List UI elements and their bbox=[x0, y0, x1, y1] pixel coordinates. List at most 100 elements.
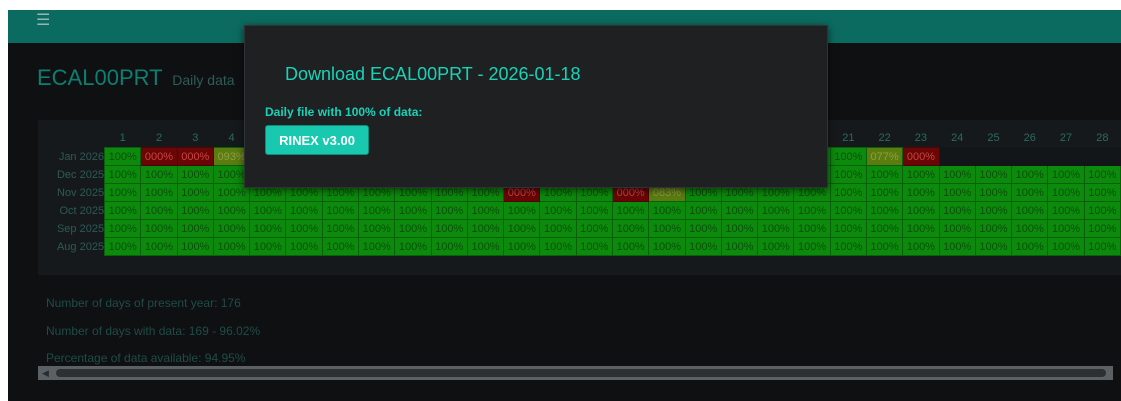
calendar-day-cell[interactable]: 100% bbox=[829, 147, 867, 166]
calendar-day-cell[interactable]: 100% bbox=[466, 237, 505, 256]
calendar-day-cell[interactable]: 000% bbox=[176, 147, 214, 166]
calendar-day-cell[interactable]: 100% bbox=[938, 183, 976, 202]
calendar-day-cell[interactable]: 100% bbox=[757, 237, 795, 256]
calendar-day-cell[interactable]: 100% bbox=[720, 201, 759, 220]
calendar-day-cell[interactable]: 100% bbox=[974, 219, 1013, 238]
calendar-day-cell[interactable]: 100% bbox=[1047, 219, 1085, 238]
calendar-day-cell[interactable]: 100% bbox=[612, 201, 650, 220]
calendar-day-cell[interactable]: 100% bbox=[249, 237, 287, 256]
calendar-day-cell[interactable]: 100% bbox=[466, 219, 505, 238]
calendar-day-cell[interactable]: 100% bbox=[176, 237, 214, 256]
calendar-day-cell[interactable]: 100% bbox=[829, 165, 867, 184]
calendar-day-cell[interactable]: 100% bbox=[575, 219, 614, 238]
calendar-day-cell[interactable]: 100% bbox=[793, 237, 831, 256]
calendar-day-cell[interactable]: 100% bbox=[285, 201, 323, 220]
calendar-day-cell[interactable]: 100% bbox=[938, 201, 976, 220]
calendar-day-cell[interactable]: 100% bbox=[1011, 165, 1049, 184]
calendar-day-cell[interactable]: 100% bbox=[394, 219, 432, 238]
calendar-day-cell[interactable]: 000% bbox=[902, 147, 940, 166]
calendar-day-cell[interactable]: 100% bbox=[902, 183, 940, 202]
calendar-day-cell[interactable]: 100% bbox=[430, 219, 468, 238]
calendar-day-cell[interactable]: 100% bbox=[358, 237, 396, 256]
calendar-day-cell[interactable]: 100% bbox=[902, 237, 940, 256]
calendar-day-cell[interactable]: 100% bbox=[321, 237, 360, 256]
calendar-day-cell[interactable]: 100% bbox=[394, 201, 432, 220]
calendar-day-cell[interactable]: 100% bbox=[539, 237, 577, 256]
calendar-day-cell[interactable]: 100% bbox=[974, 237, 1013, 256]
calendar-day-cell[interactable]: 100% bbox=[430, 237, 468, 256]
calendar-day-cell[interactable]: 100% bbox=[539, 219, 577, 238]
calendar-day-cell[interactable]: 100% bbox=[1083, 219, 1121, 238]
calendar-day-cell[interactable]: 100% bbox=[539, 201, 577, 220]
calendar-day-cell[interactable]: 100% bbox=[1011, 237, 1049, 256]
calendar-day-cell[interactable]: 100% bbox=[720, 237, 759, 256]
calendar-day-cell[interactable]: 100% bbox=[140, 237, 178, 256]
calendar-day-cell[interactable]: 100% bbox=[104, 165, 142, 184]
calendar-day-cell[interactable]: 100% bbox=[974, 165, 1013, 184]
calendar-day-cell[interactable]: 100% bbox=[176, 201, 214, 220]
calendar-day-cell[interactable]: 100% bbox=[140, 183, 178, 202]
calendar-day-cell[interactable]: 100% bbox=[1083, 201, 1121, 220]
calendar-day-cell[interactable]: 100% bbox=[612, 219, 650, 238]
calendar-day-cell[interactable]: 100% bbox=[321, 219, 360, 238]
calendar-day-cell[interactable]: 100% bbox=[575, 201, 614, 220]
calendar-day-cell[interactable]: 100% bbox=[575, 237, 614, 256]
calendar-day-cell[interactable]: 100% bbox=[612, 237, 650, 256]
calendar-day-cell[interactable]: 100% bbox=[865, 237, 904, 256]
calendar-day-cell[interactable]: 100% bbox=[140, 165, 178, 184]
calendar-day-cell[interactable]: 100% bbox=[757, 201, 795, 220]
calendar-day-cell[interactable]: 100% bbox=[1047, 237, 1085, 256]
calendar-day-cell[interactable]: 100% bbox=[938, 237, 976, 256]
calendar-day-cell[interactable]: 100% bbox=[466, 201, 505, 220]
calendar-day-cell[interactable]: 100% bbox=[829, 219, 867, 238]
calendar-day-cell[interactable]: 100% bbox=[902, 201, 940, 220]
calendar-day-cell[interactable]: 100% bbox=[865, 201, 904, 220]
calendar-day-cell[interactable]: 100% bbox=[285, 219, 323, 238]
calendar-day-cell[interactable]: 100% bbox=[358, 219, 396, 238]
calendar-day-cell[interactable]: 100% bbox=[1083, 165, 1121, 184]
calendar-day-cell[interactable]: 100% bbox=[902, 219, 940, 238]
calendar-day-cell[interactable]: 100% bbox=[176, 219, 214, 238]
calendar-day-cell[interactable]: 100% bbox=[176, 165, 214, 184]
calendar-day-cell[interactable]: 100% bbox=[140, 201, 178, 220]
calendar-day-cell[interactable]: 100% bbox=[358, 201, 396, 220]
calendar-day-cell[interactable]: 100% bbox=[829, 201, 867, 220]
calendar-day-cell[interactable]: 100% bbox=[684, 237, 722, 256]
hamburger-icon[interactable]: ☰ bbox=[36, 13, 50, 29]
calendar-day-cell[interactable]: 100% bbox=[938, 219, 976, 238]
calendar-day-cell[interactable]: 100% bbox=[104, 147, 142, 166]
calendar-day-cell[interactable]: 100% bbox=[140, 219, 178, 238]
calendar-day-cell[interactable]: 100% bbox=[212, 201, 251, 220]
calendar-day-cell[interactable]: 100% bbox=[865, 219, 904, 238]
calendar-day-cell[interactable]: 100% bbox=[503, 201, 541, 220]
calendar-day-cell[interactable]: 100% bbox=[1083, 183, 1121, 202]
calendar-day-cell[interactable]: 100% bbox=[938, 165, 976, 184]
calendar-day-cell[interactable]: 100% bbox=[285, 237, 323, 256]
calendar-day-cell[interactable]: 100% bbox=[720, 219, 759, 238]
calendar-day-cell[interactable]: 100% bbox=[1047, 183, 1085, 202]
calendar-day-cell[interactable]: 100% bbox=[1011, 219, 1049, 238]
calendar-day-cell[interactable]: 000% bbox=[140, 147, 178, 166]
calendar-day-cell[interactable]: 100% bbox=[829, 237, 867, 256]
calendar-day-cell[interactable]: 100% bbox=[104, 237, 142, 256]
calendar-day-cell[interactable]: 100% bbox=[212, 219, 251, 238]
calendar-day-cell[interactable]: 100% bbox=[974, 183, 1013, 202]
calendar-day-cell[interactable]: 100% bbox=[503, 219, 541, 238]
calendar-day-cell[interactable]: 100% bbox=[1011, 201, 1049, 220]
calendar-day-cell[interactable]: 100% bbox=[430, 201, 468, 220]
calendar-day-cell[interactable]: 100% bbox=[1011, 183, 1049, 202]
calendar-day-cell[interactable]: 100% bbox=[104, 201, 142, 220]
calendar-day-cell[interactable]: 100% bbox=[793, 201, 831, 220]
rinex-download-button[interactable]: RINEX v3.00 bbox=[265, 125, 369, 155]
calendar-day-cell[interactable]: 100% bbox=[684, 219, 722, 238]
calendar-day-cell[interactable]: 100% bbox=[249, 201, 287, 220]
calendar-day-cell[interactable]: 100% bbox=[865, 165, 904, 184]
scroll-thumb[interactable] bbox=[56, 369, 1106, 377]
calendar-day-cell[interactable]: 100% bbox=[212, 237, 251, 256]
calendar-day-cell[interactable]: 100% bbox=[974, 201, 1013, 220]
calendar-day-cell[interactable]: 100% bbox=[829, 183, 867, 202]
calendar-day-cell[interactable]: 100% bbox=[394, 237, 432, 256]
calendar-day-cell[interactable]: 100% bbox=[902, 165, 940, 184]
calendar-day-cell[interactable]: 077% bbox=[865, 147, 904, 166]
calendar-day-cell[interactable]: 100% bbox=[1083, 237, 1121, 256]
